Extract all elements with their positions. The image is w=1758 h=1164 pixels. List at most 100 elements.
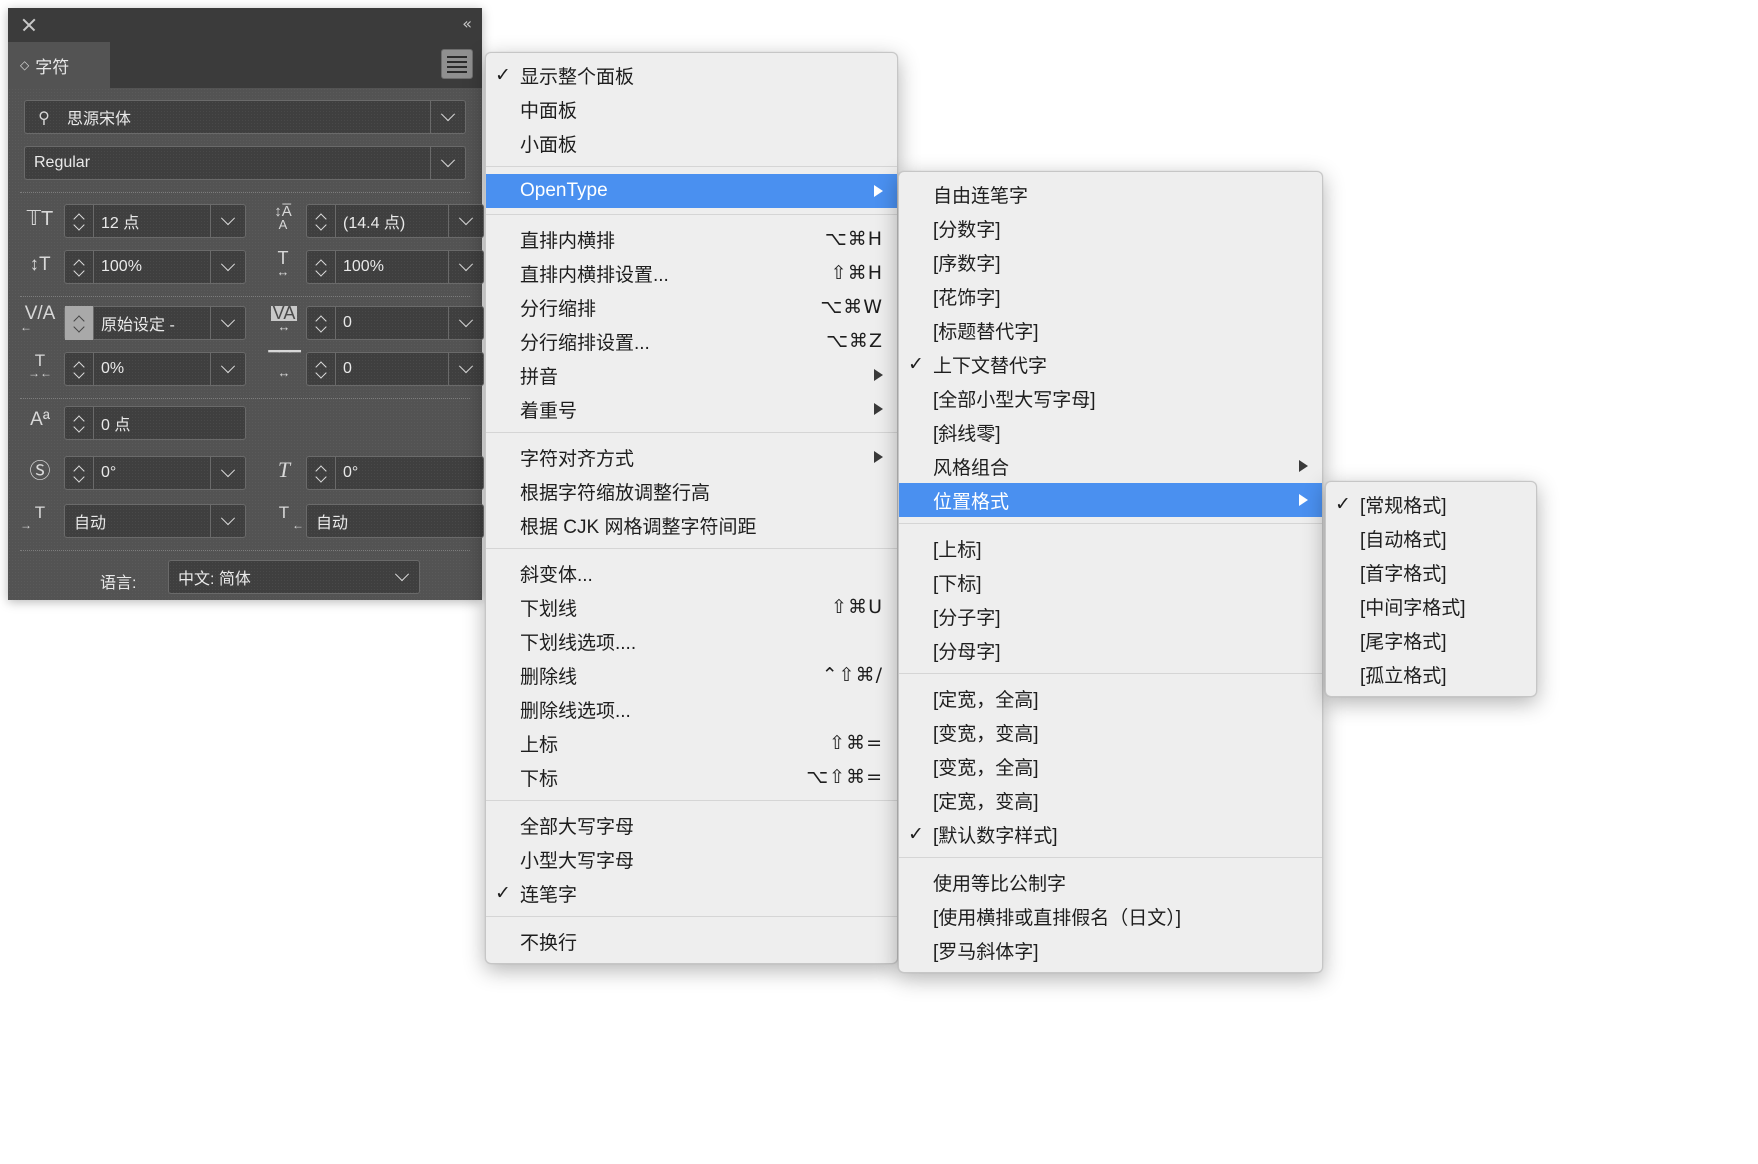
- panel-menu-item[interactable]: 分行缩排 ⌥⌘W: [486, 290, 897, 324]
- panel-menu-item[interactable]: 删除线 ⌃⇧⌘/: [486, 658, 897, 692]
- opentype-submenu[interactable]: 自由连笔字 [分数字] [序数字] [花饰字] [标题替代字] ✓ 上下文替代字 [全部小型大…: [898, 171, 1323, 973]
- skew-icon: T: [277, 457, 291, 482]
- font-size-stepper[interactable]: [65, 204, 94, 238]
- positional-menu-item[interactable]: [孤立格式]: [1326, 657, 1536, 691]
- vertical-scale-field[interactable]: 100%: [64, 250, 246, 284]
- opentype-menu-item[interactable]: [分母字]: [899, 633, 1322, 667]
- panel-menu-item[interactable]: 不换行: [486, 924, 897, 958]
- positional-menu-item[interactable]: ✓ [常规格式]: [1326, 487, 1536, 521]
- panel-menu-item[interactable]: 分行缩排设置... ⌥⌘Z: [486, 324, 897, 358]
- panel-menu-item[interactable]: 下划线 ⇧⌘U: [486, 590, 897, 624]
- panel-menu-item[interactable]: 直排内横排设置... ⇧⌘H: [486, 256, 897, 290]
- opentype-menu-item[interactable]: [定宽，变高]: [899, 783, 1322, 817]
- panel-menu-item[interactable]: 小面板: [486, 126, 897, 160]
- panel-menu-item[interactable]: ✓ 显示整个面板: [486, 58, 897, 92]
- vertical-scale-dropdown-arrow[interactable]: [210, 250, 245, 284]
- opentype-menu-item[interactable]: [全部小型大写字母]: [899, 381, 1322, 415]
- panel-menu-item[interactable]: 斜变体...: [486, 556, 897, 590]
- skew-field[interactable]: 0°: [306, 456, 484, 490]
- panel-menu-item[interactable]: 直排内横排 ⌥⌘H: [486, 222, 897, 256]
- panel-menu-item[interactable]: 中面板: [486, 92, 897, 126]
- panel-menu-item[interactable]: 上标 ⇧⌘=: [486, 726, 897, 760]
- tab-character[interactable]: ◇ 字符: [8, 42, 110, 88]
- kerning-stepper[interactable]: [65, 306, 94, 340]
- baseline-shift-stepper[interactable]: [65, 406, 94, 440]
- opentype-menu-item[interactable]: [罗马斜体字]: [899, 933, 1322, 967]
- positional-menu-item[interactable]: [自动格式]: [1326, 521, 1536, 555]
- aki-field[interactable]: 0: [306, 352, 484, 386]
- panel-menu-item[interactable]: 根据字符缩放调整行高: [486, 474, 897, 508]
- right-aki-field[interactable]: 自动: [306, 504, 484, 538]
- leading-dropdown-arrow[interactable]: [448, 204, 483, 238]
- tsume-dropdown-arrow[interactable]: [210, 352, 245, 386]
- left-aki-dropdown-arrow[interactable]: [210, 504, 245, 538]
- horizontal-scale-stepper[interactable]: [307, 250, 336, 284]
- leading-stepper[interactable]: [307, 204, 336, 238]
- font-family-dropdown-arrow[interactable]: [430, 100, 465, 134]
- opentype-menu-item[interactable]: 自由连笔字: [899, 177, 1322, 211]
- opentype-menu-item[interactable]: [分子字]: [899, 599, 1322, 633]
- panel-menu-item[interactable]: OpenType: [486, 174, 897, 208]
- positional-menu-item[interactable]: [尾字格式]: [1326, 623, 1536, 657]
- character-rotation-field[interactable]: 0°: [64, 456, 246, 490]
- opentype-menu-item[interactable]: 位置格式: [899, 483, 1322, 517]
- opentype-menu-item[interactable]: [花饰字]: [899, 279, 1322, 313]
- opentype-menu-item[interactable]: [斜线零]: [899, 415, 1322, 449]
- panel-menu-item[interactable]: 小型大写字母: [486, 842, 897, 876]
- aki-stepper[interactable]: [307, 352, 336, 386]
- tracking-stepper[interactable]: [307, 306, 336, 340]
- font-style-dropdown-arrow[interactable]: [430, 146, 465, 180]
- panel-menu-item[interactable]: 下划线选项....: [486, 624, 897, 658]
- tracking-field[interactable]: 0: [306, 306, 484, 340]
- font-size-field[interactable]: 12 点: [64, 204, 246, 238]
- panel-menu-item[interactable]: 下标 ⌥⇧⌘=: [486, 760, 897, 794]
- skew-stepper[interactable]: [307, 456, 336, 490]
- panel-menu-item[interactable]: 根据 CJK 网格调整字符间距: [486, 508, 897, 542]
- positional-menu-item[interactable]: [首字格式]: [1326, 555, 1536, 589]
- character-rotation-dropdown-arrow[interactable]: [210, 456, 245, 490]
- opentype-menu-item[interactable]: 风格组合: [899, 449, 1322, 483]
- kerning-field[interactable]: 原始设定 -: [64, 306, 246, 340]
- tsume-field[interactable]: 0%: [64, 352, 246, 386]
- panel-menu-item[interactable]: 全部大写字母: [486, 808, 897, 842]
- opentype-menu-item[interactable]: 使用等比公制字: [899, 865, 1322, 899]
- horizontal-scale-field[interactable]: 100%: [306, 250, 484, 284]
- tsume-stepper[interactable]: [65, 352, 94, 386]
- left-aki-field[interactable]: 自动: [64, 504, 246, 538]
- opentype-menu-item[interactable]: [变宽，全高]: [899, 749, 1322, 783]
- language-field[interactable]: 中文: 简体: [168, 560, 420, 594]
- language-dropdown-arrow[interactable]: [385, 560, 419, 594]
- kerning-dropdown-arrow[interactable]: [210, 306, 245, 340]
- hamburger-menu-icon[interactable]: [441, 49, 473, 79]
- opentype-menu-item[interactable]: [分数字]: [899, 211, 1322, 245]
- panel-menu-item[interactable]: 着重号: [486, 392, 897, 426]
- horizontal-scale-dropdown-arrow[interactable]: [448, 250, 483, 284]
- opentype-menu-item[interactable]: [上标]: [899, 531, 1322, 565]
- panel-menu-item[interactable]: 删除线选项...: [486, 692, 897, 726]
- opentype-menu-item[interactable]: [序数字]: [899, 245, 1322, 279]
- double-chevron-left-icon[interactable]: «: [462, 16, 472, 32]
- character-rotation-stepper[interactable]: [65, 456, 94, 490]
- opentype-menu-item[interactable]: [下标]: [899, 565, 1322, 599]
- panel-menu-item[interactable]: ✓ 连笔字: [486, 876, 897, 910]
- positional-forms-submenu[interactable]: ✓ [常规格式] [自动格式] [首字格式] [中间字格式] [尾字格式] [孤立格式]: [1325, 481, 1537, 697]
- opentype-menu-item[interactable]: [使用横排或直排假名（日文）]: [899, 899, 1322, 933]
- close-icon[interactable]: [21, 17, 37, 33]
- opentype-menu-item[interactable]: [变宽，变高]: [899, 715, 1322, 749]
- opentype-menu-item[interactable]: [标题替代字]: [899, 313, 1322, 347]
- baseline-shift-field[interactable]: 0 点: [64, 406, 246, 440]
- font-style-field[interactable]: Regular: [24, 146, 466, 180]
- font-family-field[interactable]: ⚲ 思源宋体: [24, 100, 466, 134]
- opentype-menu-item[interactable]: ✓ 上下文替代字: [899, 347, 1322, 381]
- leading-field[interactable]: (14.4 点): [306, 204, 484, 238]
- positional-menu-item[interactable]: [中间字格式]: [1326, 589, 1536, 623]
- panel-context-menu[interactable]: ✓ 显示整个面板 中面板 小面板 OpenType 直排内横排 ⌥⌘H 直排内横排设置... ⇧…: [485, 52, 898, 964]
- font-size-dropdown-arrow[interactable]: [210, 204, 245, 238]
- vertical-scale-stepper[interactable]: [65, 250, 94, 284]
- panel-menu-item[interactable]: 拼音: [486, 358, 897, 392]
- opentype-menu-item[interactable]: ✓ [默认数字样式]: [899, 817, 1322, 851]
- tracking-dropdown-arrow[interactable]: [448, 306, 483, 340]
- panel-menu-item[interactable]: 字符对齐方式: [486, 440, 897, 474]
- aki-dropdown-arrow[interactable]: [448, 352, 483, 386]
- opentype-menu-item[interactable]: [定宽，全高]: [899, 681, 1322, 715]
